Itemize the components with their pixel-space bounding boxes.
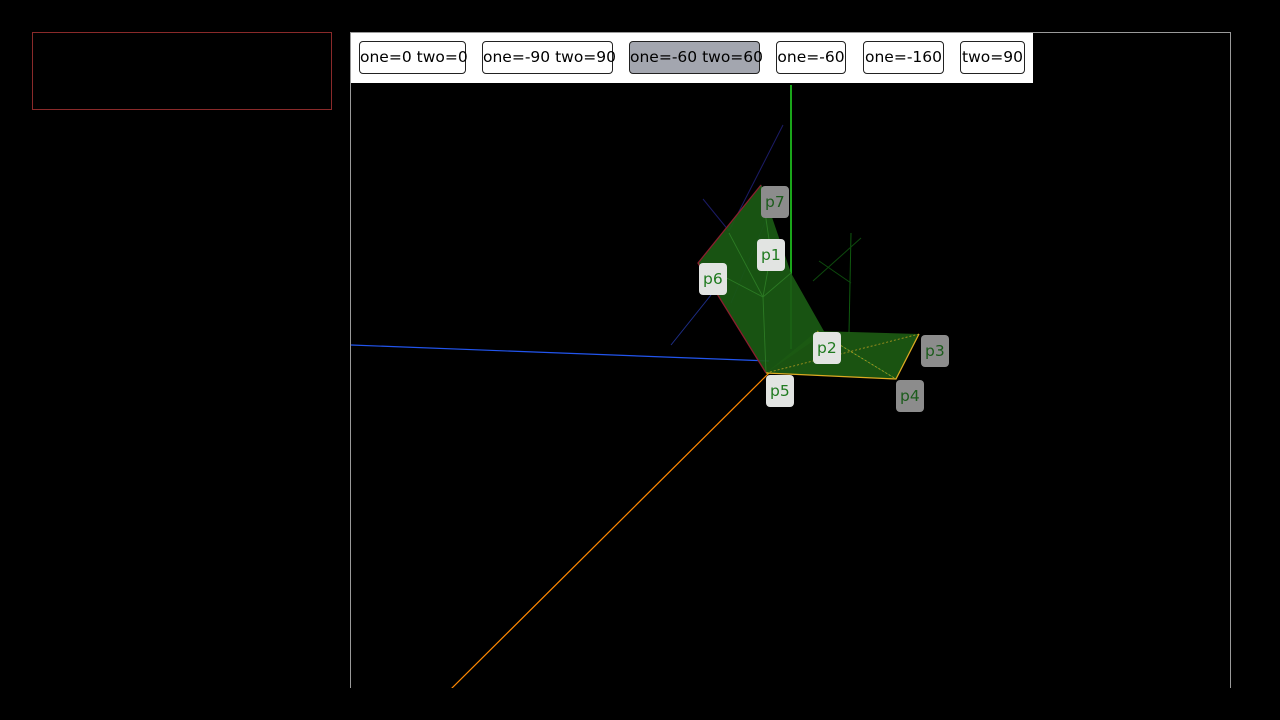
- preset-button-one0-two0[interactable]: one=0 two=0: [359, 41, 468, 74]
- preset-button-one-60-two60[interactable]: one=-60 two=60: [629, 41, 763, 74]
- side-panel: [32, 32, 332, 110]
- preset-button-one-90-two90[interactable]: one=-90 two=90: [482, 41, 616, 74]
- preset-button-one-60[interactable]: one=-60: [776, 41, 846, 74]
- preset-button-two90[interactable]: two=90: [960, 41, 1025, 74]
- point-label-p7[interactable]: p7: [761, 186, 789, 218]
- local-frame-2: [812, 232, 862, 334]
- point-label-p6[interactable]: p6: [699, 263, 727, 295]
- x-axis: [451, 372, 770, 688]
- 3d-scene[interactable]: [351, 33, 1231, 688]
- point-label-p1[interactable]: p1: [757, 239, 785, 271]
- point-label-p2[interactable]: p2: [813, 332, 841, 364]
- 3d-viewport[interactable]: one=0 two=0 one=-90 two=90 one=-60 two=6…: [350, 32, 1231, 688]
- preset-button-one-160[interactable]: one=-160: [863, 41, 944, 74]
- toolbar: one=0 two=0 one=-90 two=90 one=-60 two=6…: [351, 33, 1033, 83]
- point-label-p5[interactable]: p5: [766, 375, 794, 407]
- point-label-p4[interactable]: p4: [896, 380, 924, 412]
- z-axis: [351, 344, 770, 362]
- point-label-p3[interactable]: p3: [921, 335, 949, 367]
